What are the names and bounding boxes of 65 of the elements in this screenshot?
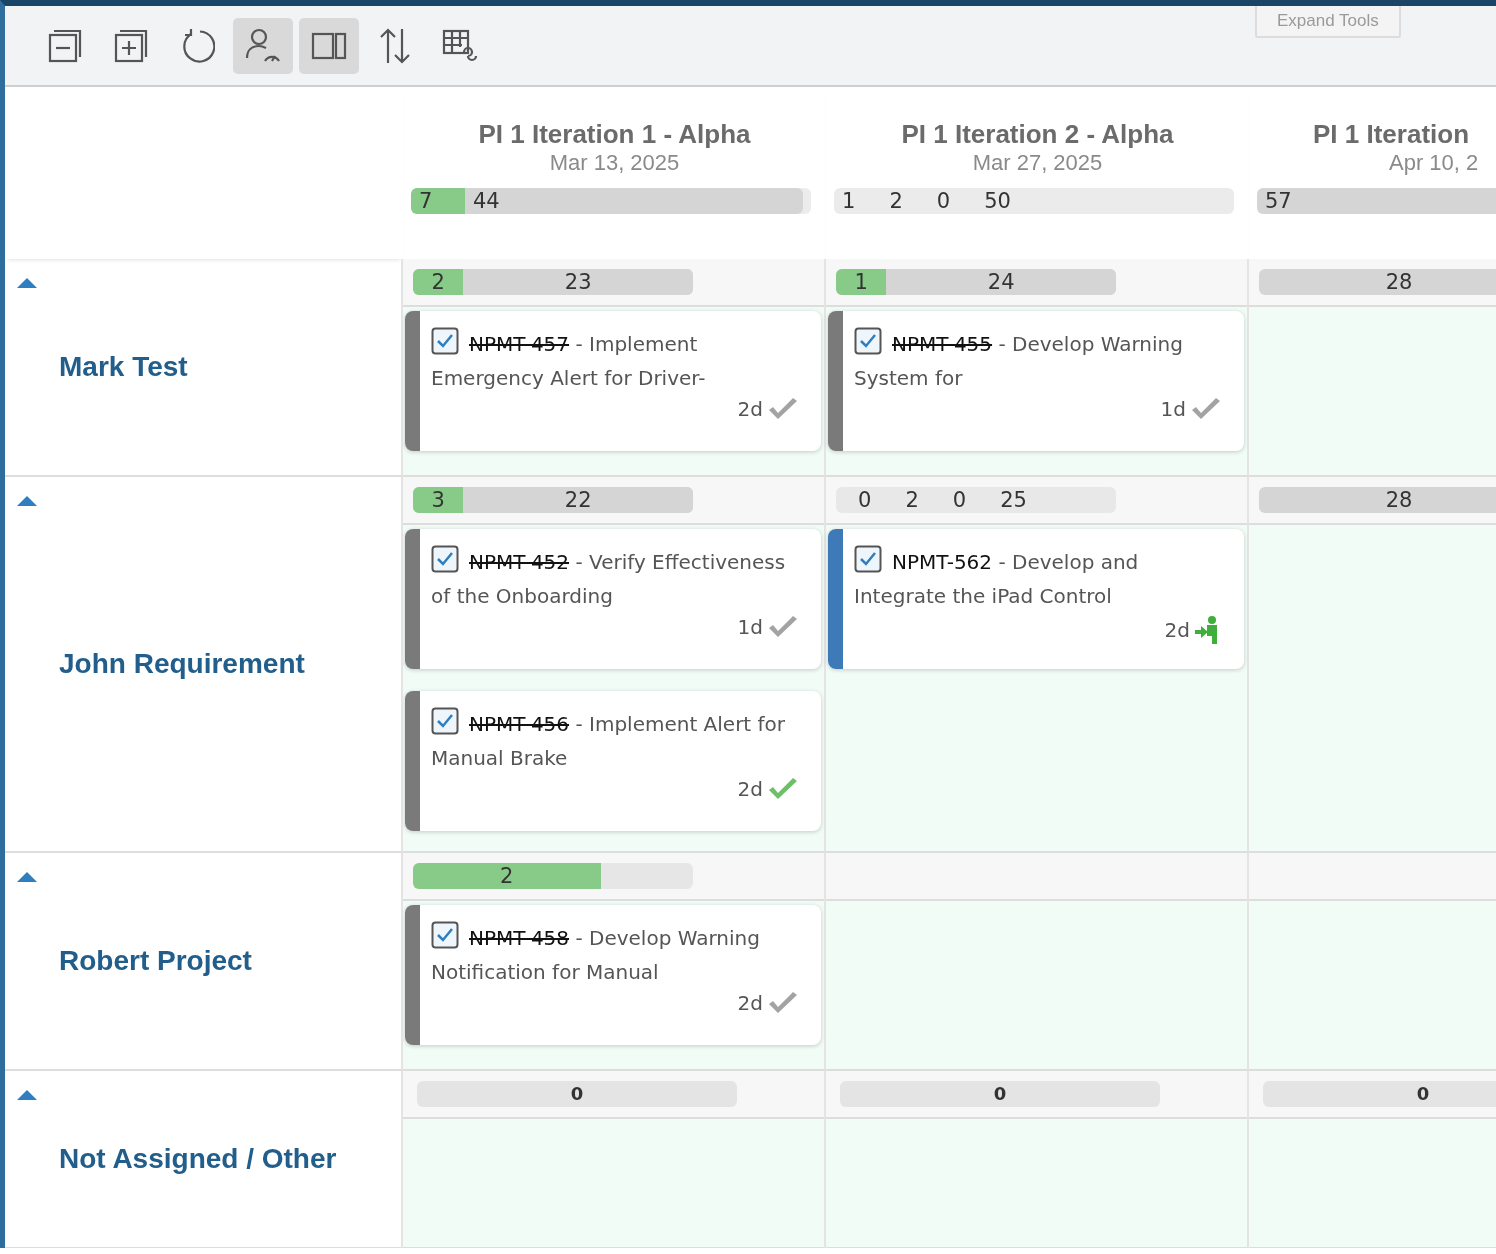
toolbar-button[interactable]	[299, 17, 359, 74]
card-title: NPMT-456 - Implement Alert for Manual Brake	[431, 707, 809, 775]
collapse-icon[interactable]	[17, 871, 37, 883]
expand-all-icon	[114, 28, 148, 63]
count-label: 25	[1000, 487, 1027, 513]
count-label: 0	[952, 487, 967, 513]
remaining-count: 44	[465, 188, 803, 214]
count-label: 0	[1416, 1082, 1430, 1106]
work-item-card[interactable]: NPMT-452 - Verify Effectiveness of the Onboarding 1d	[405, 529, 821, 669]
sort-icon	[378, 26, 412, 65]
iteration-date: Mar 27, 2025	[972, 150, 1103, 176]
completed-fill: 2	[413, 269, 464, 295]
count-label: 28	[1385, 487, 1413, 513]
count-label: 0	[858, 487, 872, 513]
completed-fill: 7	[411, 188, 465, 214]
estimate: 2d	[1164, 618, 1190, 642]
count-label: 50	[984, 188, 1011, 214]
count-label: 0	[936, 188, 951, 214]
check-icon	[767, 777, 799, 801]
iteration-date: Mar 13, 2025	[549, 150, 680, 176]
count-label: 2	[889, 188, 903, 214]
estimate: 2d	[737, 991, 763, 1015]
work-item-card[interactable]: NPMT-457 - Implement Emergency Alert for Driver- 2d	[405, 311, 821, 451]
work-item-card[interactable]: NPMT-456 - Implement Alert for Manual Brake 2d	[405, 691, 821, 831]
count-label: 2	[905, 487, 919, 513]
row-name: Robert Project	[59, 945, 252, 977]
work-item-card[interactable]: NPMT-455 - Develop Warning System for 1d	[828, 311, 1244, 451]
check-icon	[1190, 397, 1222, 421]
iteration-title: PI 1 Iteration 2 - Alpha	[901, 119, 1174, 150]
count-label: 57	[1265, 188, 1292, 214]
card-title: NPMT-457 - Implement Emergency Alert for Driver-	[431, 327, 809, 395]
collapse-icon[interactable]	[17, 495, 37, 507]
estimate: 2d	[737, 397, 763, 421]
table-link-icon	[442, 27, 480, 64]
check-icon	[767, 615, 799, 639]
work-item-card[interactable]: NPMT-562 - Develop and Integrate the iPad Control 2d	[828, 529, 1244, 669]
completed-fill: 1	[836, 269, 887, 295]
row-name: Not Assigned / Other	[59, 1143, 337, 1175]
estimate: 1d	[737, 615, 763, 639]
person-gauge-icon	[245, 27, 281, 64]
row-name: Mark Test	[59, 351, 188, 383]
card-title: NPMT-562 - Develop and Integrate the iPad Control	[854, 545, 1232, 613]
collapse-icon[interactable]	[17, 1089, 37, 1101]
count-label: 1	[842, 188, 856, 214]
estimate: 1d	[1160, 397, 1186, 421]
row-name: John Requirement	[59, 648, 305, 680]
check-icon	[767, 991, 799, 1015]
card-title: NPMT-452 - Verify Effectiveness of the Onboarding	[431, 545, 809, 613]
count-label: 0	[993, 1082, 1007, 1106]
collapse-icon[interactable]	[17, 277, 37, 289]
check-icon	[767, 397, 799, 421]
completed-fill: 3	[413, 487, 464, 513]
columns-icon	[311, 30, 347, 61]
estimate: 2d	[737, 777, 763, 801]
card-title: NPMT-455 - Develop Warning System for	[854, 327, 1232, 395]
iteration-title: PI 1 Iteration 1 - Alpha	[478, 119, 751, 150]
count-label: 28	[1385, 269, 1413, 295]
collapse-all-icon	[48, 28, 82, 63]
card-title: NPMT-458 - Develop Warning Notification for Manual	[431, 921, 809, 989]
completed-fill: 2	[413, 863, 601, 889]
work-item-card[interactable]: NPMT-458 - Develop Warning Notification for Manual 2d	[405, 905, 821, 1045]
toolbar-button[interactable]	[233, 17, 293, 74]
iteration-title: PI 1 Iteration	[1313, 119, 1470, 150]
count-label: 0	[570, 1082, 584, 1106]
iteration-date: Apr 10, 2	[1389, 150, 1479, 176]
